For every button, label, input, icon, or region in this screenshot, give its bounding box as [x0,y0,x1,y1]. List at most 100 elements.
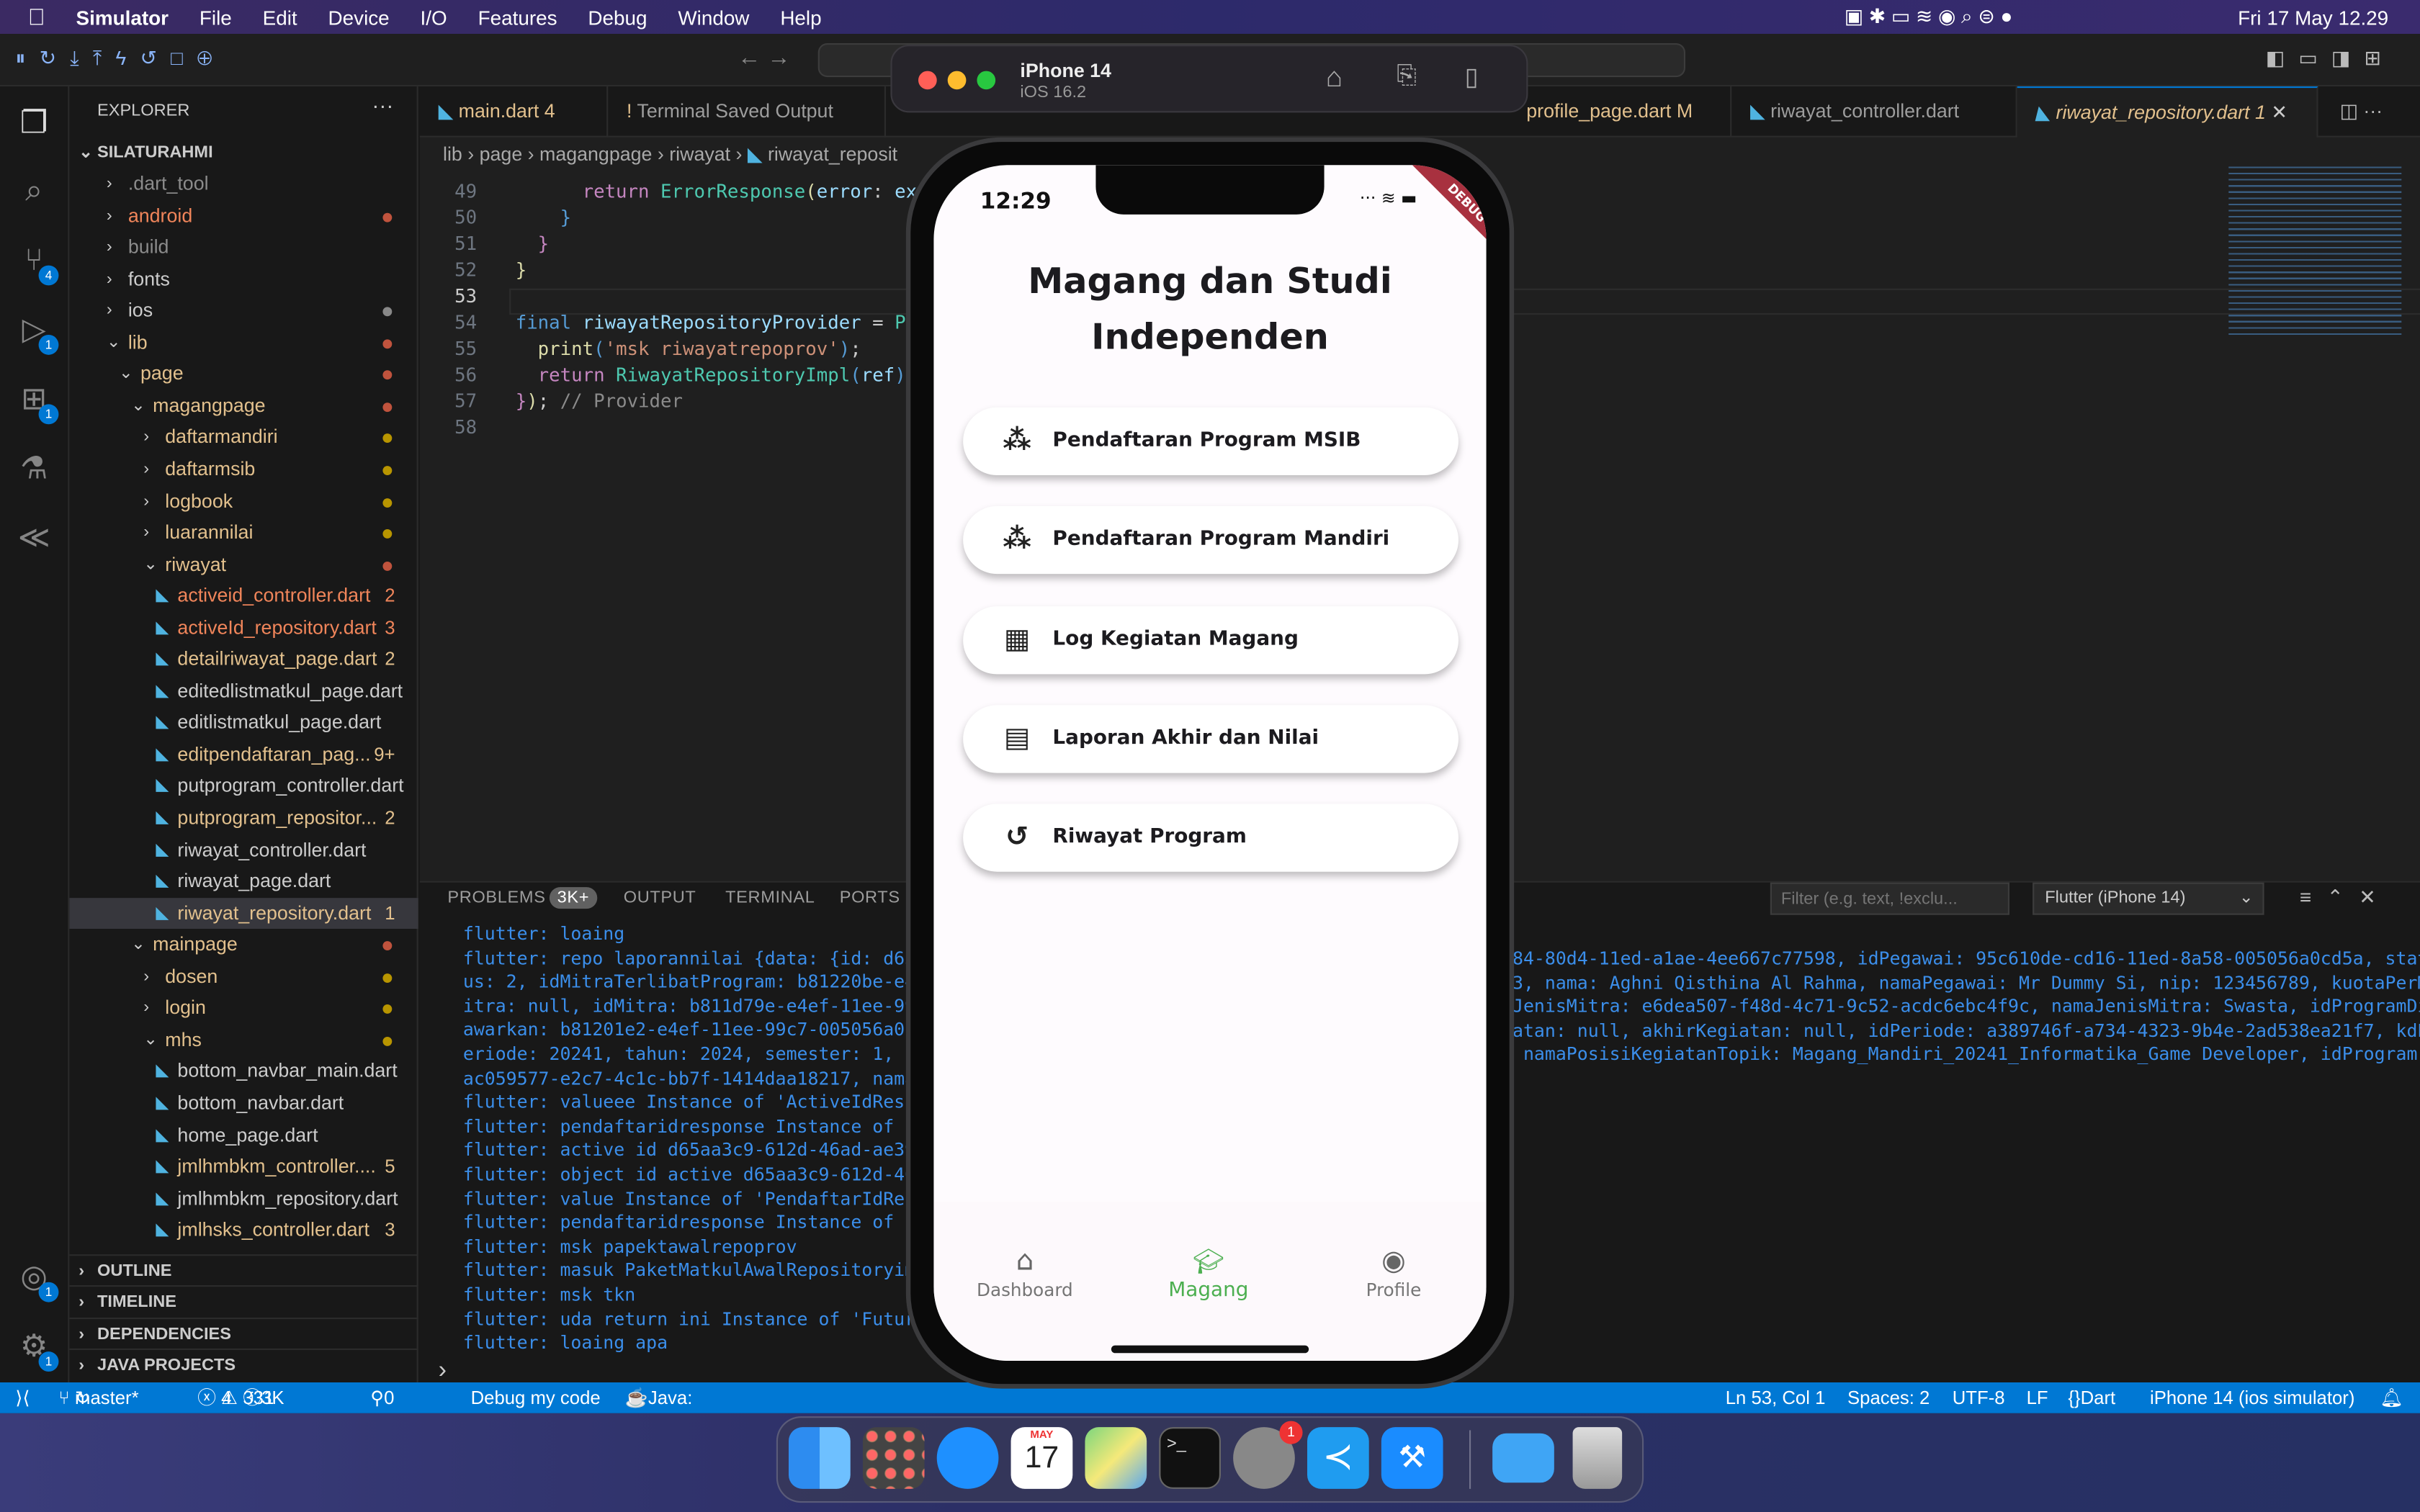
menu-card[interactable]: ↺ Riwayat Program [963,804,1458,873]
panel-actions[interactable]: ≡⌃✕ [2300,886,2391,910]
problems-status[interactable]: ⓧ 4 ⚠ 331 ⓘ 3K [197,1382,284,1413]
minimize-window-button[interactable] [947,71,967,90]
ports-status[interactable]: ⚲ 0 [370,1382,394,1413]
menu-app[interactable]: Simulator [76,6,169,29]
tree-item[interactable]: ◣ jmlhsks_controller.dart 3 [69,1215,418,1246]
tab-output[interactable]: OUTPUT [624,888,696,907]
layout-toggles[interactable]: ◧▭◨⊞ [2266,46,2395,71]
crumb-page[interactable]: page [480,143,523,165]
crumb-magangpage[interactable]: magangpage [539,143,652,165]
calendar-icon[interactable]: MAY 17 [1010,1427,1073,1489]
xcode-icon[interactable]: ⚒ [1381,1427,1443,1489]
eol[interactable]: LF [2027,1382,2048,1413]
tree-item[interactable]: › build [69,232,418,263]
tree-item[interactable]: › daftarmandiri [69,422,418,453]
tree-item[interactable]: › dosen [69,960,418,991]
debug-status[interactable]: Debug my code [471,1382,601,1413]
close-window-button[interactable] [918,71,937,90]
tree-item[interactable]: ◣ bottom_navbar.dart [69,1088,418,1119]
account-icon[interactable]: ◎ 1 [15,1259,59,1302]
tree-item[interactable]: ⌄ mainpage [69,929,418,960]
tree-item[interactable]: ◣ riwayat_page.dart [69,865,418,896]
workspace-root[interactable]: ⌄ SILATURAHMI [69,138,418,168]
terminal-icon[interactable]: >_ [1159,1427,1221,1489]
minimap[interactable] [2228,166,2402,337]
indentation[interactable]: Spaces: 2 [1847,1382,1930,1413]
tab-riwayat-repository[interactable]: ◣ riwayat_repository.dart 1 ✕ [2017,86,2318,138]
menu-debug[interactable]: Debug [588,6,647,29]
tree-item[interactable]: › ios [69,295,418,326]
menu-file[interactable]: File [200,6,232,29]
tab-main-dart[interactable]: ◣ main.dart 4 [420,86,609,138]
system-settings-icon[interactable]: 1 [1233,1421,1303,1489]
nav-dashboard[interactable]: ⌂ Dashboard [955,1245,1094,1300]
tree-item[interactable]: › daftarmsib [69,454,418,485]
menu-window[interactable]: Window [678,6,749,29]
flutter-device[interactable]: iPhone 14 (ios simulator) [2150,1382,2354,1413]
menu-help[interactable]: Help [780,6,821,29]
crumb-lib[interactable]: lib [443,143,462,165]
encoding[interactable]: UTF-8 [1953,1382,2005,1413]
extensions-icon[interactable]: ⊞ 1 [15,381,59,425]
tree-item[interactable]: ◣ activeId_repository.dart 3 [69,612,418,643]
flutter-icon[interactable]: ≪ [15,520,52,557]
status-icons[interactable]: ▣ ✱ ▭ ≋ ◉ ⌕ ⊜ ● [1845,4,2013,29]
java-status[interactable]: ☕ Java: Warning [625,1382,717,1439]
tab-problems[interactable]: PROBLEMS [447,888,545,907]
tree-item[interactable]: ◣ bottom_navbar_main.dart [69,1056,418,1087]
terminal-prompt[interactable]: › [439,1358,447,1386]
tab-terminal-output[interactable]: ! Terminal Saved Output [608,86,886,138]
settings-gear-icon[interactable]: ⚙ 1 [15,1328,59,1372]
safari-icon[interactable] [936,1427,999,1489]
trash-icon[interactable] [1572,1427,1623,1489]
section-outline[interactable]: › OUTLINE [69,1254,418,1285]
cursor-position[interactable]: Ln 53, Col 1 [1726,1382,1826,1413]
nav-magang[interactable]: 🎓︎ Magang [1139,1245,1278,1302]
tree-item[interactable]: ◣ riwayat_controller.dart [69,834,418,865]
apple-icon[interactable]:  [28,4,45,30]
tree-item[interactable]: ◣ editlistmatkul_page.dart [69,707,418,738]
tree-item[interactable]: ⌄ magangpage [69,390,418,421]
tab-riwayat-controller[interactable]: ◣ riwayat_controller.dart [1731,86,2017,138]
crumb-riwayat[interactable]: riwayat [669,143,730,165]
menu-io[interactable]: I/O [421,6,447,29]
clock[interactable]: Fri 17 May 12.29 [2238,6,2388,29]
tree-item[interactable]: ⌄ page [69,359,418,390]
rotate-icon[interactable]: ▯ [1465,62,1479,93]
maps-icon[interactable] [1085,1427,1147,1489]
language-mode[interactable]: {} Dart [2068,1382,2115,1413]
tab-terminal[interactable]: TERMINAL [725,888,815,907]
home-button-icon[interactable]: ⌂ [1326,62,1343,94]
tree-item[interactable]: › android [69,200,418,231]
tree-item[interactable]: ◣ editedlistmatkul_page.dart [69,675,418,706]
section-timeline[interactable]: › TIMELINE [69,1285,418,1316]
screenshot-icon[interactable]: ⎘ [1397,63,1416,91]
menu-features[interactable]: Features [478,6,557,29]
more-actions-icon[interactable]: ··· [372,93,393,117]
nav-back-forward[interactable]: ← → [738,45,790,71]
tree-item[interactable]: ⌄ lib [69,327,418,358]
launchpad-icon[interactable] [862,1427,925,1489]
crumb-file[interactable]: riwayat_reposit [768,143,897,165]
menu-card[interactable]: ▤ Laporan Akhir dan Nilai [963,705,1458,773]
zoom-window-button[interactable] [977,71,996,90]
folder-icon[interactable] [1492,1433,1554,1483]
tree-item[interactable]: ◣ putprogram_repositor... 2 [69,802,418,833]
menu-card[interactable]: ⁂ Pendaftaran Program Mandiri [963,506,1458,575]
tab-ports[interactable]: PORTS [840,888,900,907]
files-icon[interactable]: ❐ [15,105,52,142]
remote-icon[interactable]: ⟩⟨ [15,1382,30,1413]
output-channel-select[interactable]: Flutter (iPhone 14) ⌄ [2033,882,2264,915]
tree-item[interactable]: › luarannilai [69,517,418,548]
menu-card[interactable]: ⁂ Pendaftaran Program MSIB [963,407,1458,475]
tree-item[interactable]: › .dart_tool [69,168,418,199]
tree-item[interactable]: ◣ editpendaftaran_pag... 9+ [69,739,418,770]
vscode-icon[interactable]: ≺ [1307,1427,1369,1489]
menu-card[interactable]: ▦ Log Kegiatan Magang [963,606,1458,674]
tree-item[interactable]: › login [69,992,418,1023]
run-debug-icon[interactable]: ▷ 1 [15,312,59,355]
finder-icon[interactable] [789,1427,851,1489]
tree-item[interactable]: ◣ detailriwayat_page.dart 2 [69,644,418,675]
debug-toolbar[interactable]: ⏸↻⤓⤒ϟ↺□⊕ [15,46,226,71]
tab-profile-page[interactable]: profile_page.dart M [1508,86,1732,138]
